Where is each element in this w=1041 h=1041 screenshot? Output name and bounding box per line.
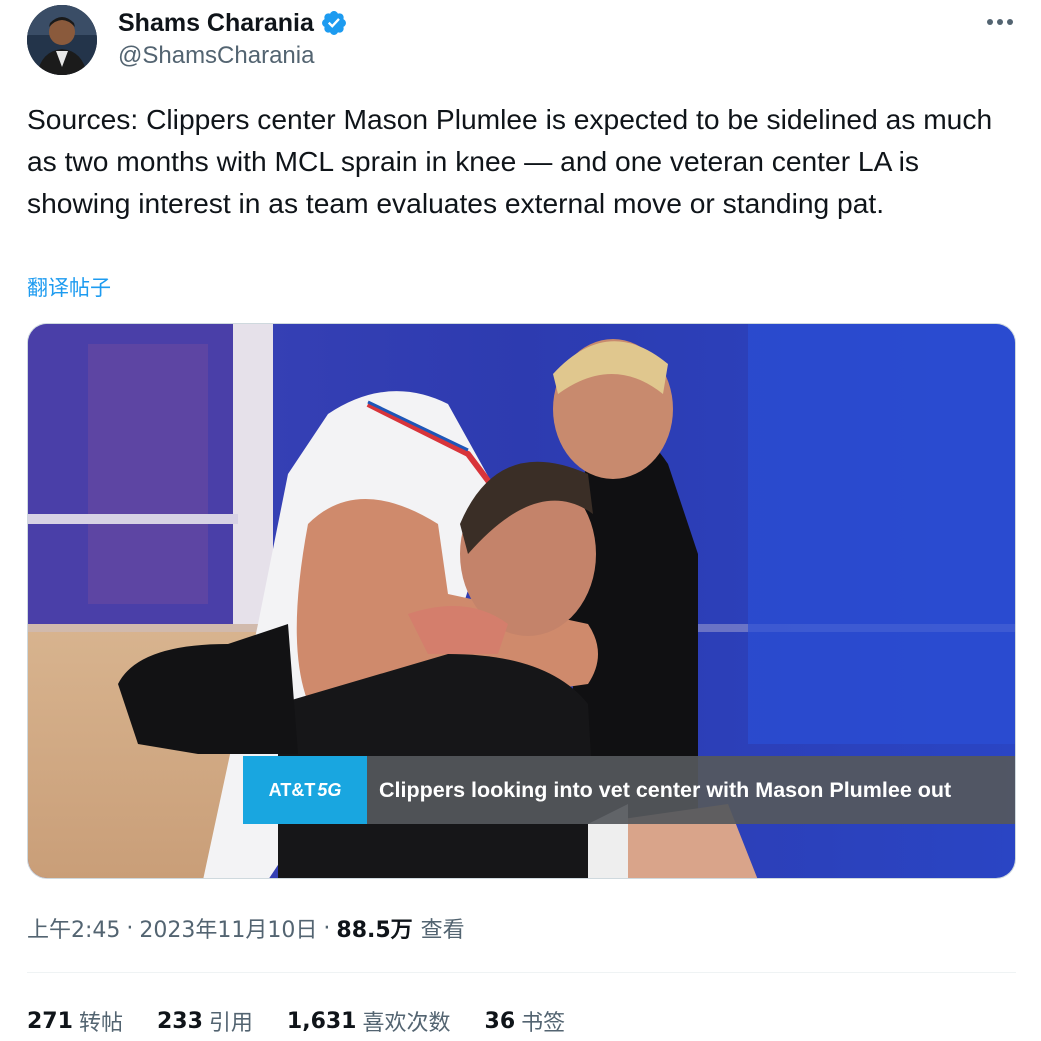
- avatar-image: [27, 5, 97, 75]
- stat-bookmarks[interactable]: 36 书签: [485, 1005, 566, 1037]
- stat-reposts[interactable]: 271 转帖: [27, 1005, 123, 1037]
- quotes-count: 233: [156, 1008, 203, 1034]
- tweet-card: Shams Charania @ShamsCharania Sources: C…: [0, 0, 1041, 1037]
- bookmarks-label: 书签: [521, 1011, 566, 1036]
- tweet-date[interactable]: 2023年11月10日: [139, 912, 317, 944]
- att-logo-text: AT&T: [268, 779, 316, 800]
- tweet-time[interactable]: 上午2:45: [27, 912, 120, 944]
- author-name-row: Shams Charania: [118, 6, 348, 40]
- stat-likes[interactable]: 1,631 喜欢次数: [287, 1005, 451, 1037]
- author-handle[interactable]: @ShamsCharania: [118, 42, 314, 70]
- video-caption-bar: AT&T 5G Clippers looking into vet center …: [243, 756, 1015, 824]
- tweet-meta: 上午2:45 · 2023年11月10日 · 88.5万 查看: [27, 908, 465, 948]
- verified-badge-icon[interactable]: [320, 9, 348, 37]
- att-5g-logo: AT&T 5G: [243, 756, 367, 824]
- engagement-stats: 271 转帖 233 引用 1,631 喜欢次数 36 书签: [27, 1001, 599, 1041]
- quotes-label: 引用: [208, 1011, 253, 1036]
- bookmarks-count: 36: [484, 1008, 516, 1034]
- media-image[interactable]: AT&T 5G Clippers looking into vet center …: [27, 323, 1016, 879]
- tweet-text: Sources: Clippers center Mason Plumlee i…: [27, 103, 1000, 219]
- reposts-count: 271: [27, 1008, 73, 1034]
- stat-quotes[interactable]: 233 引用: [157, 1005, 253, 1037]
- caption-text: Clippers looking into vet center with Ma…: [367, 756, 1015, 824]
- translate-post-link[interactable]: 翻译帖子: [27, 272, 111, 302]
- reposts-label: 转帖: [78, 1011, 123, 1036]
- likes-count: 1,631: [286, 1008, 357, 1034]
- author-name[interactable]: Shams Charania: [118, 9, 314, 38]
- meta-separator: ·: [126, 915, 134, 941]
- meta-separator: ·: [323, 915, 331, 941]
- views-count: 88.5万: [336, 918, 413, 943]
- likes-label: 喜欢次数: [362, 1011, 451, 1036]
- 5g-logo-text: 5G: [317, 779, 342, 800]
- more-horizontal-icon: [987, 19, 1013, 25]
- avatar[interactable]: [27, 5, 97, 75]
- divider: [27, 972, 1016, 973]
- views-label: 查看: [420, 918, 465, 943]
- more-options-button[interactable]: [980, 8, 1020, 36]
